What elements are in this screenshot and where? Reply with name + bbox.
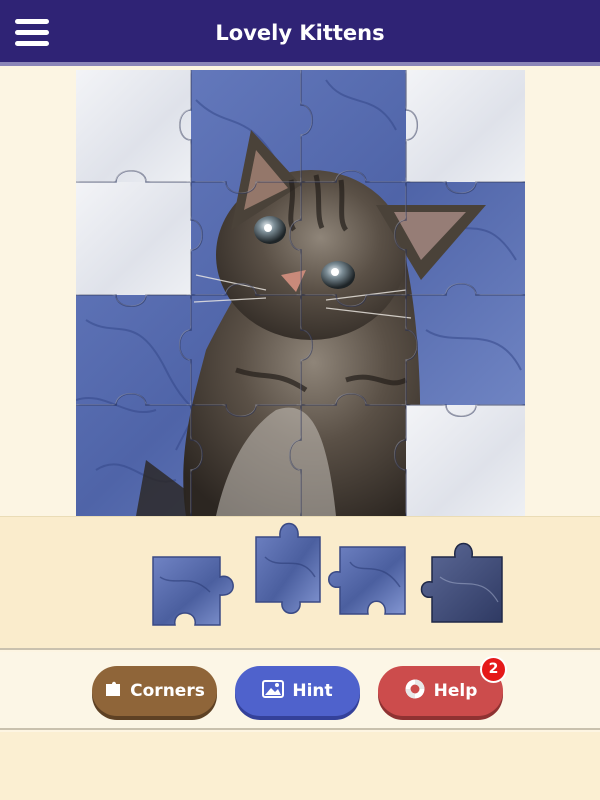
hint-label: Hint bbox=[292, 681, 333, 701]
bottom-area bbox=[0, 732, 600, 800]
tray-pieces bbox=[152, 522, 503, 626]
puzzle-corner-icon bbox=[104, 680, 122, 703]
loose-piece[interactable] bbox=[152, 556, 234, 626]
help-label: Help bbox=[433, 681, 478, 701]
image-icon bbox=[262, 679, 285, 703]
hint-button[interactable]: Hint bbox=[235, 666, 360, 716]
board-area bbox=[0, 70, 600, 516]
help-badge: 2 bbox=[480, 656, 507, 683]
puzzle-board bbox=[76, 70, 525, 516]
loose-piece[interactable] bbox=[420, 542, 503, 623]
action-bar: Corners Hint Help 2 bbox=[0, 652, 600, 730]
corners-label: Corners bbox=[130, 681, 205, 701]
piece-tray bbox=[0, 516, 600, 650]
loose-piece[interactable] bbox=[328, 546, 406, 615]
loose-piece[interactable] bbox=[255, 522, 321, 614]
header-bar: Lovely Kittens bbox=[0, 0, 600, 66]
page-title: Lovely Kittens bbox=[215, 21, 385, 45]
corners-button[interactable]: Corners bbox=[92, 666, 217, 716]
lifebuoy-icon bbox=[404, 678, 426, 705]
